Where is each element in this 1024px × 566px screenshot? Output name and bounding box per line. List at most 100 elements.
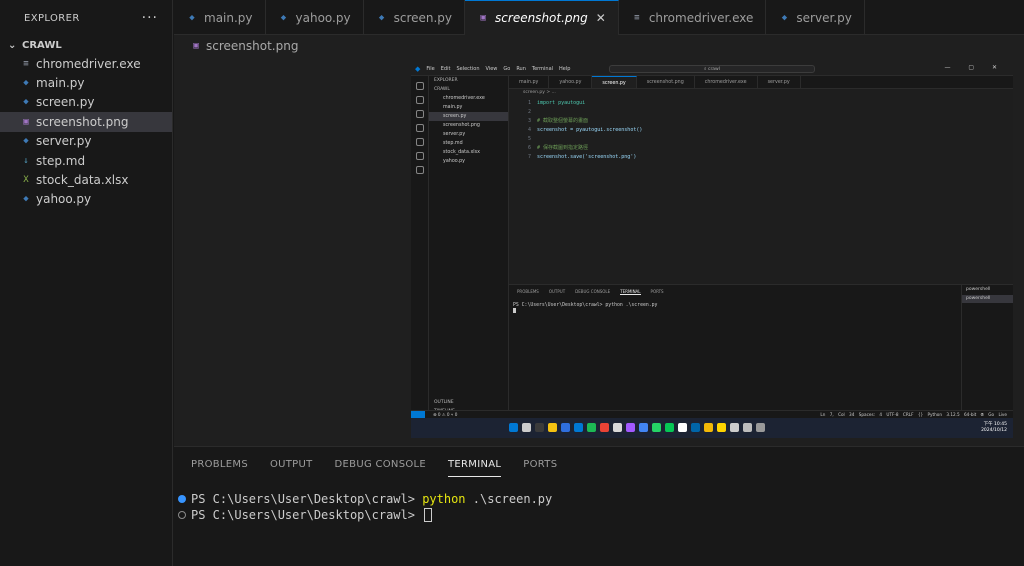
shot-menu-item: File bbox=[426, 65, 435, 72]
shot-status-bar: ⊗ 0 ⚠ 0 ⑂ 0 Ln 7, Col 34 Spaces: 4 UTF-8… bbox=[411, 410, 1013, 419]
file-item[interactable]: ◆ server.py bbox=[0, 132, 172, 151]
shot-taskbar-icon bbox=[600, 423, 609, 432]
shot-line-number: 6 bbox=[527, 145, 531, 151]
editor-tab[interactable]: ≡ chromedriver.exe bbox=[619, 0, 767, 35]
shot-outline: OUTLINE bbox=[434, 400, 454, 405]
shot-terminal: PS C:\Users\User\Desktop\crawl> python .… bbox=[513, 303, 657, 315]
shot-file-item: screenshot.png bbox=[443, 123, 480, 128]
file-item[interactable]: ◆ screen.py bbox=[0, 93, 172, 112]
shot-tab: screenshot.png bbox=[637, 76, 695, 88]
file-item[interactable]: ↓ step.md bbox=[0, 151, 172, 170]
editor-tab-bar: ◆ main.py ◆ yahoo.py ◆ screen.py ▣ screenshot.p… bbox=[174, 0, 1024, 35]
shot-file-item: step.md bbox=[443, 141, 463, 146]
panel-tabs: PROBLEMS OUTPUT DEBUG CONSOLE TERMINAL PORTS bbox=[174, 447, 1024, 482]
shot-menu: File Edit Selection View Go Run Terminal Help bbox=[426, 66, 576, 72]
shot-line-text: import pyautogui bbox=[537, 100, 586, 106]
file-item[interactable]: ≡ chromedriver.exe bbox=[0, 54, 172, 73]
tab-label: yahoo.py bbox=[295, 10, 351, 25]
command-pending-icon bbox=[178, 511, 186, 519]
shot-taskbar-icon bbox=[730, 423, 739, 432]
shot-menu-item: Terminal bbox=[531, 65, 554, 72]
python-icon: ◆ bbox=[781, 12, 788, 23]
shot-taskbar-icon bbox=[613, 423, 622, 432]
tab-label: server.py bbox=[796, 10, 852, 25]
python-icon: ◆ bbox=[378, 12, 385, 23]
terminal-prompt: PS C:\Users\User\Desktop\crawl> bbox=[191, 492, 423, 506]
file-label: yahoo.py bbox=[36, 192, 92, 207]
terminal-line-1: PS C:\Users\User\Desktop\crawl> python .… bbox=[178, 491, 552, 507]
editor-tab[interactable]: ▣ screenshot.png ✕ bbox=[465, 0, 619, 35]
panel-tab[interactable]: DEBUG CONSOLE bbox=[335, 453, 426, 476]
shot-line-text: # 保存截圖到指定路徑 bbox=[537, 145, 589, 151]
shot-terminal-entry: powershell bbox=[962, 295, 1013, 303]
excel-icon: X bbox=[23, 175, 29, 186]
shot-line-text: # 截取整個螢幕的畫面 bbox=[537, 118, 589, 124]
close-icon[interactable]: ✕ bbox=[596, 11, 606, 25]
shot-breadcrumb: screen.py > ... bbox=[523, 90, 556, 95]
more-actions-icon[interactable]: ··· bbox=[142, 10, 158, 26]
vscode-logo-icon: ◆ bbox=[415, 64, 421, 73]
shot-code: 1 import pyautogui 2 3 # 截取整個螢幕的畫面 4 screensho… bbox=[509, 99, 642, 162]
editor-tab[interactable]: ◆ screen.py bbox=[364, 0, 466, 35]
chevron-down-icon: ⌄ bbox=[8, 39, 17, 51]
shot-explorer: EXPLORER CRAWL chromedriver.exe main.py sc… bbox=[429, 76, 509, 428]
shot-code-line: 1 import pyautogui bbox=[509, 99, 642, 108]
shot-file-item: chromedriver.exe bbox=[443, 96, 485, 101]
shot-file-item: stock_data.xlsx bbox=[443, 150, 480, 155]
file-label: server.py bbox=[36, 134, 92, 149]
shot-panel: PROBLEMS OUTPUT DEBUG CONSOLE TERMINAL PORTS… bbox=[509, 284, 961, 410]
shot-taskbar-icon bbox=[717, 423, 726, 432]
shot-tab: screen.py bbox=[592, 76, 637, 88]
file-item[interactable]: ◆ main.py bbox=[0, 73, 172, 92]
file-lines-icon: ≡ bbox=[23, 58, 29, 69]
python-icon: ◆ bbox=[189, 12, 195, 23]
shot-menu-item: Run bbox=[516, 65, 526, 72]
shot-taskbar-icon bbox=[743, 423, 752, 432]
shot-panel-tab: PORTS bbox=[650, 289, 664, 294]
editor-tab[interactable]: ◆ main.py bbox=[174, 0, 266, 35]
tab-label: chromedriver.exe bbox=[648, 10, 754, 25]
shot-search-text: crawl bbox=[707, 67, 720, 72]
shot-code-line: 6 # 保存截圖到指定路徑 bbox=[509, 144, 642, 153]
editor-tab[interactable]: ◆ server.py bbox=[766, 0, 865, 35]
shot-panel-tab: TERMINAL bbox=[620, 288, 641, 295]
folder-crawl[interactable]: ⌄ CRAWL bbox=[0, 36, 172, 54]
shot-taskbar-icon bbox=[522, 423, 531, 432]
panel-tab[interactable]: OUTPUT bbox=[270, 453, 313, 476]
file-tree: ≡ chromedriver.exe ◆ main.py ◆ screen.py ▣ scre… bbox=[0, 54, 172, 209]
panel-tab[interactable]: PORTS bbox=[523, 453, 557, 476]
file-label: stock_data.xlsx bbox=[36, 173, 129, 188]
terminal[interactable]: PS C:\Users\User\Desktop\crawl> python .… bbox=[178, 491, 552, 523]
tab-label: main.py bbox=[204, 10, 253, 25]
bottom-panel: PROBLEMS OUTPUT DEBUG CONSOLE TERMINAL PORTS… bbox=[174, 446, 1024, 566]
breadcrumb[interactable]: ▣ screenshot.png bbox=[174, 35, 1024, 57]
shot-menu-item: Edit bbox=[440, 65, 451, 72]
shot-taskbar-icon bbox=[574, 423, 583, 432]
shot-line-number: 4 bbox=[527, 127, 531, 133]
terminal-prompt: PS C:\Users\User\Desktop\crawl> bbox=[191, 508, 423, 522]
shot-line-text: screenshot.save('screenshot.png') bbox=[537, 154, 637, 160]
explorer-title: EXPLORER bbox=[24, 12, 80, 24]
shot-file-list: chromedriver.exe main.py screen.py screensh… bbox=[429, 94, 508, 166]
terminal-cursor bbox=[424, 508, 433, 522]
shot-taskbar-icon bbox=[756, 423, 765, 432]
shot-line-number: 5 bbox=[527, 136, 531, 142]
shot-taskbar-icon bbox=[561, 423, 570, 432]
shot-tab-bar: main.py yahoo.py screen.py screenshot.png ch… bbox=[509, 76, 1013, 89]
image-icon: ▣ bbox=[193, 41, 199, 51]
panel-tab[interactable]: TERMINAL bbox=[448, 453, 502, 477]
panel-tab[interactable]: PROBLEMS bbox=[191, 453, 248, 476]
tab-label: screen.py bbox=[393, 10, 453, 25]
image-icon: ▣ bbox=[23, 116, 29, 127]
explorer-header: EXPLORER ··· bbox=[0, 0, 172, 36]
markdown-icon: ↓ bbox=[23, 155, 29, 166]
file-item[interactable]: Xstock_data.xlsx bbox=[0, 170, 172, 189]
shot-taskbar-icon bbox=[639, 423, 648, 432]
file-item[interactable]: ◆ yahoo.py bbox=[0, 190, 172, 209]
shot-panel-tab: DEBUG CONSOLE bbox=[575, 289, 611, 294]
file-item[interactable]: ▣ screenshot.png bbox=[0, 112, 172, 132]
editor-tab[interactable]: ◆ yahoo.py bbox=[266, 0, 364, 35]
shot-menu-item: Help bbox=[559, 65, 571, 72]
python-icon: ◆ bbox=[280, 12, 287, 23]
shot-window-controls: — ▢ ✕ bbox=[944, 64, 1005, 71]
